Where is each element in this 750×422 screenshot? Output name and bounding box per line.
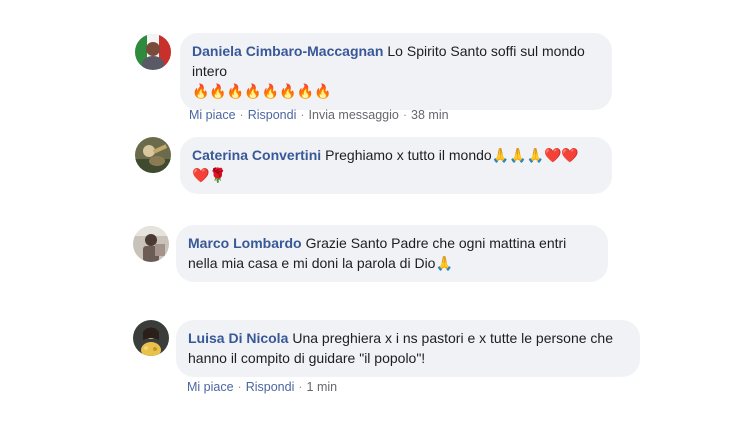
- comment-actions: Mi piace · Rispondi · 1 min: [187, 380, 338, 394]
- timestamp[interactable]: 1 min: [307, 380, 338, 394]
- comment-author[interactable]: Daniela Cimbaro-Maccagnan: [192, 43, 383, 59]
- reply-link[interactable]: Rispondi: [246, 380, 295, 394]
- avatar[interactable]: [133, 226, 169, 262]
- comment-author[interactable]: Luisa Di Nicola: [188, 330, 288, 346]
- reply-link[interactable]: Rispondi: [248, 108, 297, 122]
- comment-author[interactable]: Marco Lombardo: [188, 235, 302, 251]
- comment-bubble: Luisa Di Nicola Una preghiera x i ns past…: [176, 320, 640, 377]
- send-message-link[interactable]: Invia messaggio: [309, 108, 399, 122]
- avatar[interactable]: [135, 137, 171, 173]
- comment-emoji: 🔥🔥🔥🔥🔥🔥🔥🔥: [192, 83, 332, 99]
- comment-emoji: ❤️🌹: [192, 167, 227, 183]
- comment-text: Preghiamo x tutto il mondo🙏🙏🙏❤️❤️: [325, 147, 579, 163]
- comment-bubble: Marco Lombardo Grazie Santo Padre che ogn…: [176, 225, 608, 282]
- comment-author[interactable]: Caterina Convertini: [192, 147, 321, 163]
- avatar[interactable]: [135, 34, 171, 70]
- like-link[interactable]: Mi piace: [189, 108, 236, 122]
- timestamp[interactable]: 38 min: [411, 108, 449, 122]
- avatar[interactable]: [133, 320, 169, 356]
- comment-bubble: Caterina Convertini Preghiamo x tutto il …: [180, 137, 612, 194]
- like-link[interactable]: Mi piace: [187, 380, 234, 394]
- comment-bubble: Daniela Cimbaro-Maccagnan Lo Spirito Sant…: [180, 33, 612, 110]
- comment-actions: Mi piace · Rispondi · Invia messaggio · 38 min: [189, 108, 449, 122]
